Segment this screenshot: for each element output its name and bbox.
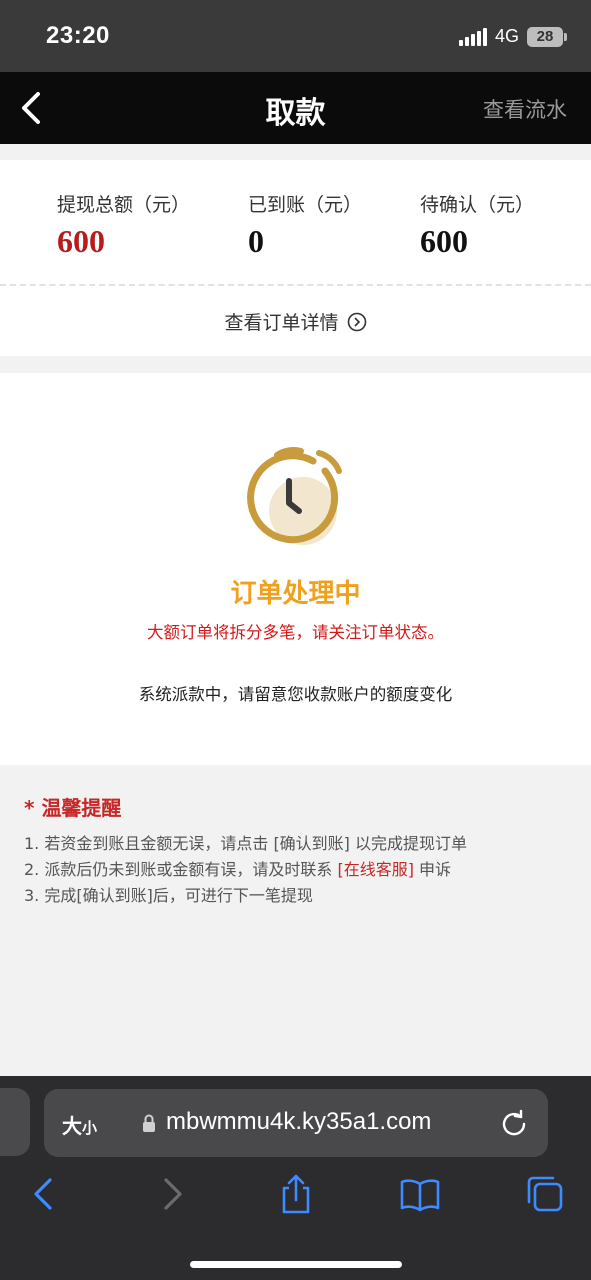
forward-nav-icon[interactable]: [152, 1174, 192, 1214]
text-size-small: 小: [82, 1119, 98, 1137]
reminder-item: 1. 若资金到账且金额无误，请点击 [确认到账] 以完成提现订单: [24, 834, 468, 853]
summary-value: 600: [420, 223, 468, 259]
online-service-link[interactable]: [在线客服]: [337, 860, 414, 879]
view-order-details-label: 查看订单详情: [224, 312, 339, 334]
text-size-big: 大: [62, 1114, 82, 1138]
dashed-divider: [0, 284, 591, 286]
reminder-title-text: 温馨提醒: [41, 796, 122, 820]
tabs-icon[interactable]: [525, 1174, 565, 1214]
summary-pending: 待确认（元） 600: [420, 190, 534, 260]
battery-icon: 28: [527, 26, 567, 47]
battery-level: 28: [536, 27, 554, 45]
summary-label: 已到账（元）: [248, 194, 363, 216]
network-type: 4G: [494, 26, 519, 46]
signal-icon: [458, 27, 487, 46]
order-split-warning: 大额订单将拆分多笔，请关注订单状态。: [147, 623, 444, 642]
status-bar: 23:20 4G 28: [0, 0, 591, 72]
bookmarks-icon[interactable]: [400, 1174, 440, 1214]
summary-value: 0: [248, 223, 264, 259]
lock-icon: [143, 1114, 155, 1132]
view-transactions-link[interactable]: 查看流水: [483, 94, 567, 124]
chevron-circle-icon: [347, 312, 366, 331]
summary-total: 提现总额（元） 600: [57, 190, 190, 260]
clock-icon: [247, 447, 342, 545]
summary-value: 600: [57, 223, 105, 259]
summary-label: 待确认（元）: [420, 194, 535, 216]
previous-tab-peek[interactable]: [0, 1088, 30, 1156]
order-status-title: 订单处理中: [230, 579, 361, 609]
back-nav-icon[interactable]: [24, 1174, 64, 1214]
reminder-star: *: [24, 796, 35, 820]
nav-header: 取款 查看流水: [0, 72, 591, 144]
reminder-item-appeal: 申诉: [419, 860, 452, 879]
order-status-card: 订单处理中 大额订单将拆分多笔，请关注订单状态。 系统派款中，请留意您收款账户的…: [0, 373, 591, 765]
browser-toolbar: 大小 mbwmmu4k.ky35a1.com: [0, 1076, 591, 1280]
reminder-section: * 温馨提醒 1. 若资金到账且金额无误，请点击 [确认到账] 以完成提现订单 …: [24, 792, 574, 909]
share-icon[interactable]: [276, 1174, 316, 1214]
home-indicator: [190, 1261, 402, 1268]
url-text: mbwmmu4k.ky35a1.com: [166, 1108, 432, 1135]
order-status-note: 系统派款中，请留意您收款账户的额度变化: [138, 685, 453, 704]
reload-icon[interactable]: [500, 1109, 528, 1137]
withdrawal-summary-card: 提现总额（元） 600 已到账（元） 0 待确认（元） 600 查看订单详情: [0, 160, 591, 356]
reminder-title: * 温馨提醒: [24, 792, 574, 821]
view-order-details-link[interactable]: 查看订单详情: [0, 308, 591, 335]
summary-received: 已到账（元） 0: [248, 190, 362, 260]
address-bar[interactable]: 大小 mbwmmu4k.ky35a1.com: [44, 1089, 548, 1157]
status-time: 23:20: [46, 22, 110, 49]
reminder-item-text: 2. 派款后仍未到账或金额有误，请及时联系: [24, 860, 333, 879]
text-size-button[interactable]: 大小: [62, 1110, 97, 1139]
reminder-item: 2. 派款后仍未到账或金额有误，请及时联系 [在线客服] 申诉: [24, 857, 574, 883]
reminder-list: 1. 若资金到账且金额无误，请点击 [确认到账] 以完成提现订单 2. 派款后仍…: [24, 831, 574, 909]
status-indicators: 4G 28: [458, 26, 567, 47]
reminder-item: 3. 完成[确认到账]后，可进行下一笔提现: [24, 886, 313, 905]
summary-label: 提现总额（元）: [57, 194, 191, 216]
